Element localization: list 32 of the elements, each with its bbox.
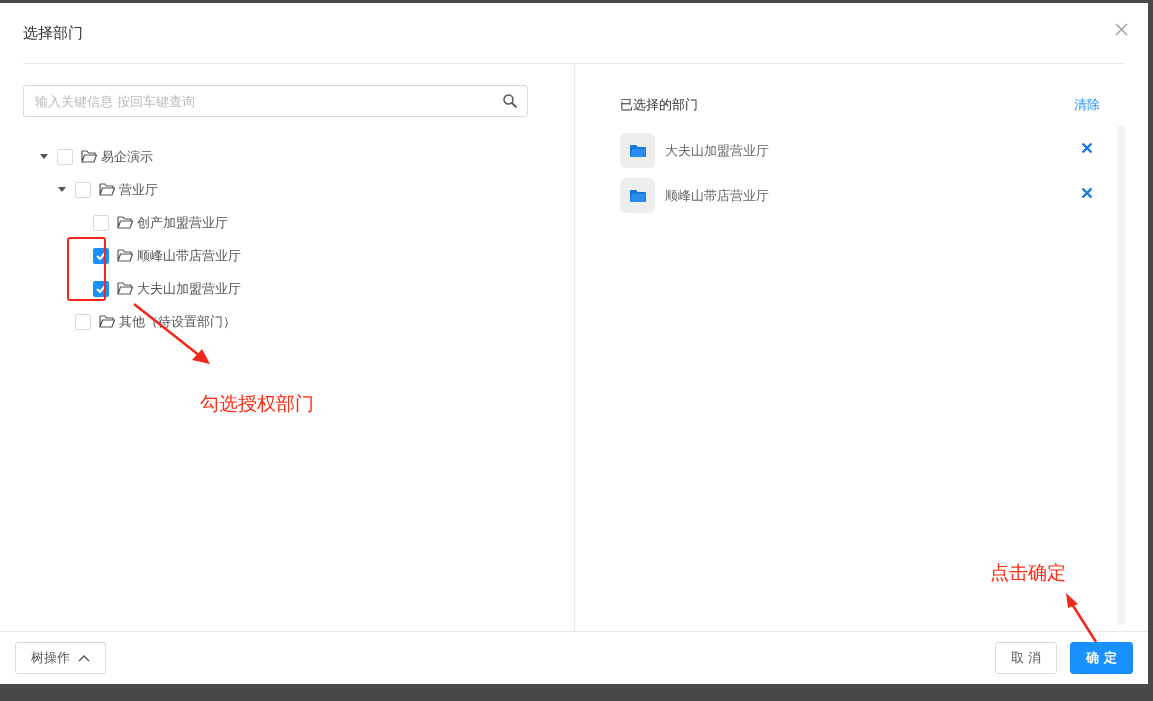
caret-icon[interactable] (40, 154, 48, 159)
folder-icon (117, 282, 133, 295)
folder-icon (117, 216, 133, 229)
tree-node-label[interactable]: 易企演示 (101, 147, 153, 166)
search-field[interactable]: 输入关键信息 按回车键查询 (23, 85, 528, 117)
cancel-button[interactable]: 取 消 (995, 642, 1058, 674)
tree-node-label[interactable]: 营业厅 (119, 180, 158, 199)
tree-node-label[interactable]: 大夫山加盟营业厅 (137, 279, 241, 298)
folder-icon (620, 178, 655, 213)
folder-icon (81, 150, 97, 163)
highlight-frame (67, 237, 106, 301)
dialog-title: 选择部门 (23, 23, 83, 43)
panel-title: 已选择的部门 (620, 96, 698, 114)
remove-icon[interactable] (1081, 141, 1093, 154)
close-icon[interactable] (1115, 22, 1128, 36)
caret-icon[interactable] (58, 187, 66, 192)
search-icon[interactable] (503, 94, 517, 108)
checkmark-icon (96, 284, 106, 293)
chevron-up-icon (78, 654, 90, 662)
checkmark-icon (96, 251, 106, 260)
folder-icon (99, 183, 115, 196)
selected-item-label: 大夫山加盟营业厅 (665, 141, 770, 160)
tree-menu-button[interactable]: 树操作 (15, 642, 106, 674)
remove-icon[interactable] (1081, 186, 1093, 199)
tree-node-label[interactable]: 创产加盟营业厅 (137, 213, 228, 232)
annotation-text: 勾选授权部门 (200, 391, 314, 416)
folder-icon (620, 133, 655, 168)
folder-icon (99, 315, 115, 328)
annotation-text: 点击确定 (990, 560, 1066, 585)
selected-item-label: 顺峰山带店营业厅 (665, 186, 770, 205)
tree-node-label[interactable]: 顺峰山带店营业厅 (137, 246, 241, 265)
folder-icon (117, 249, 133, 262)
